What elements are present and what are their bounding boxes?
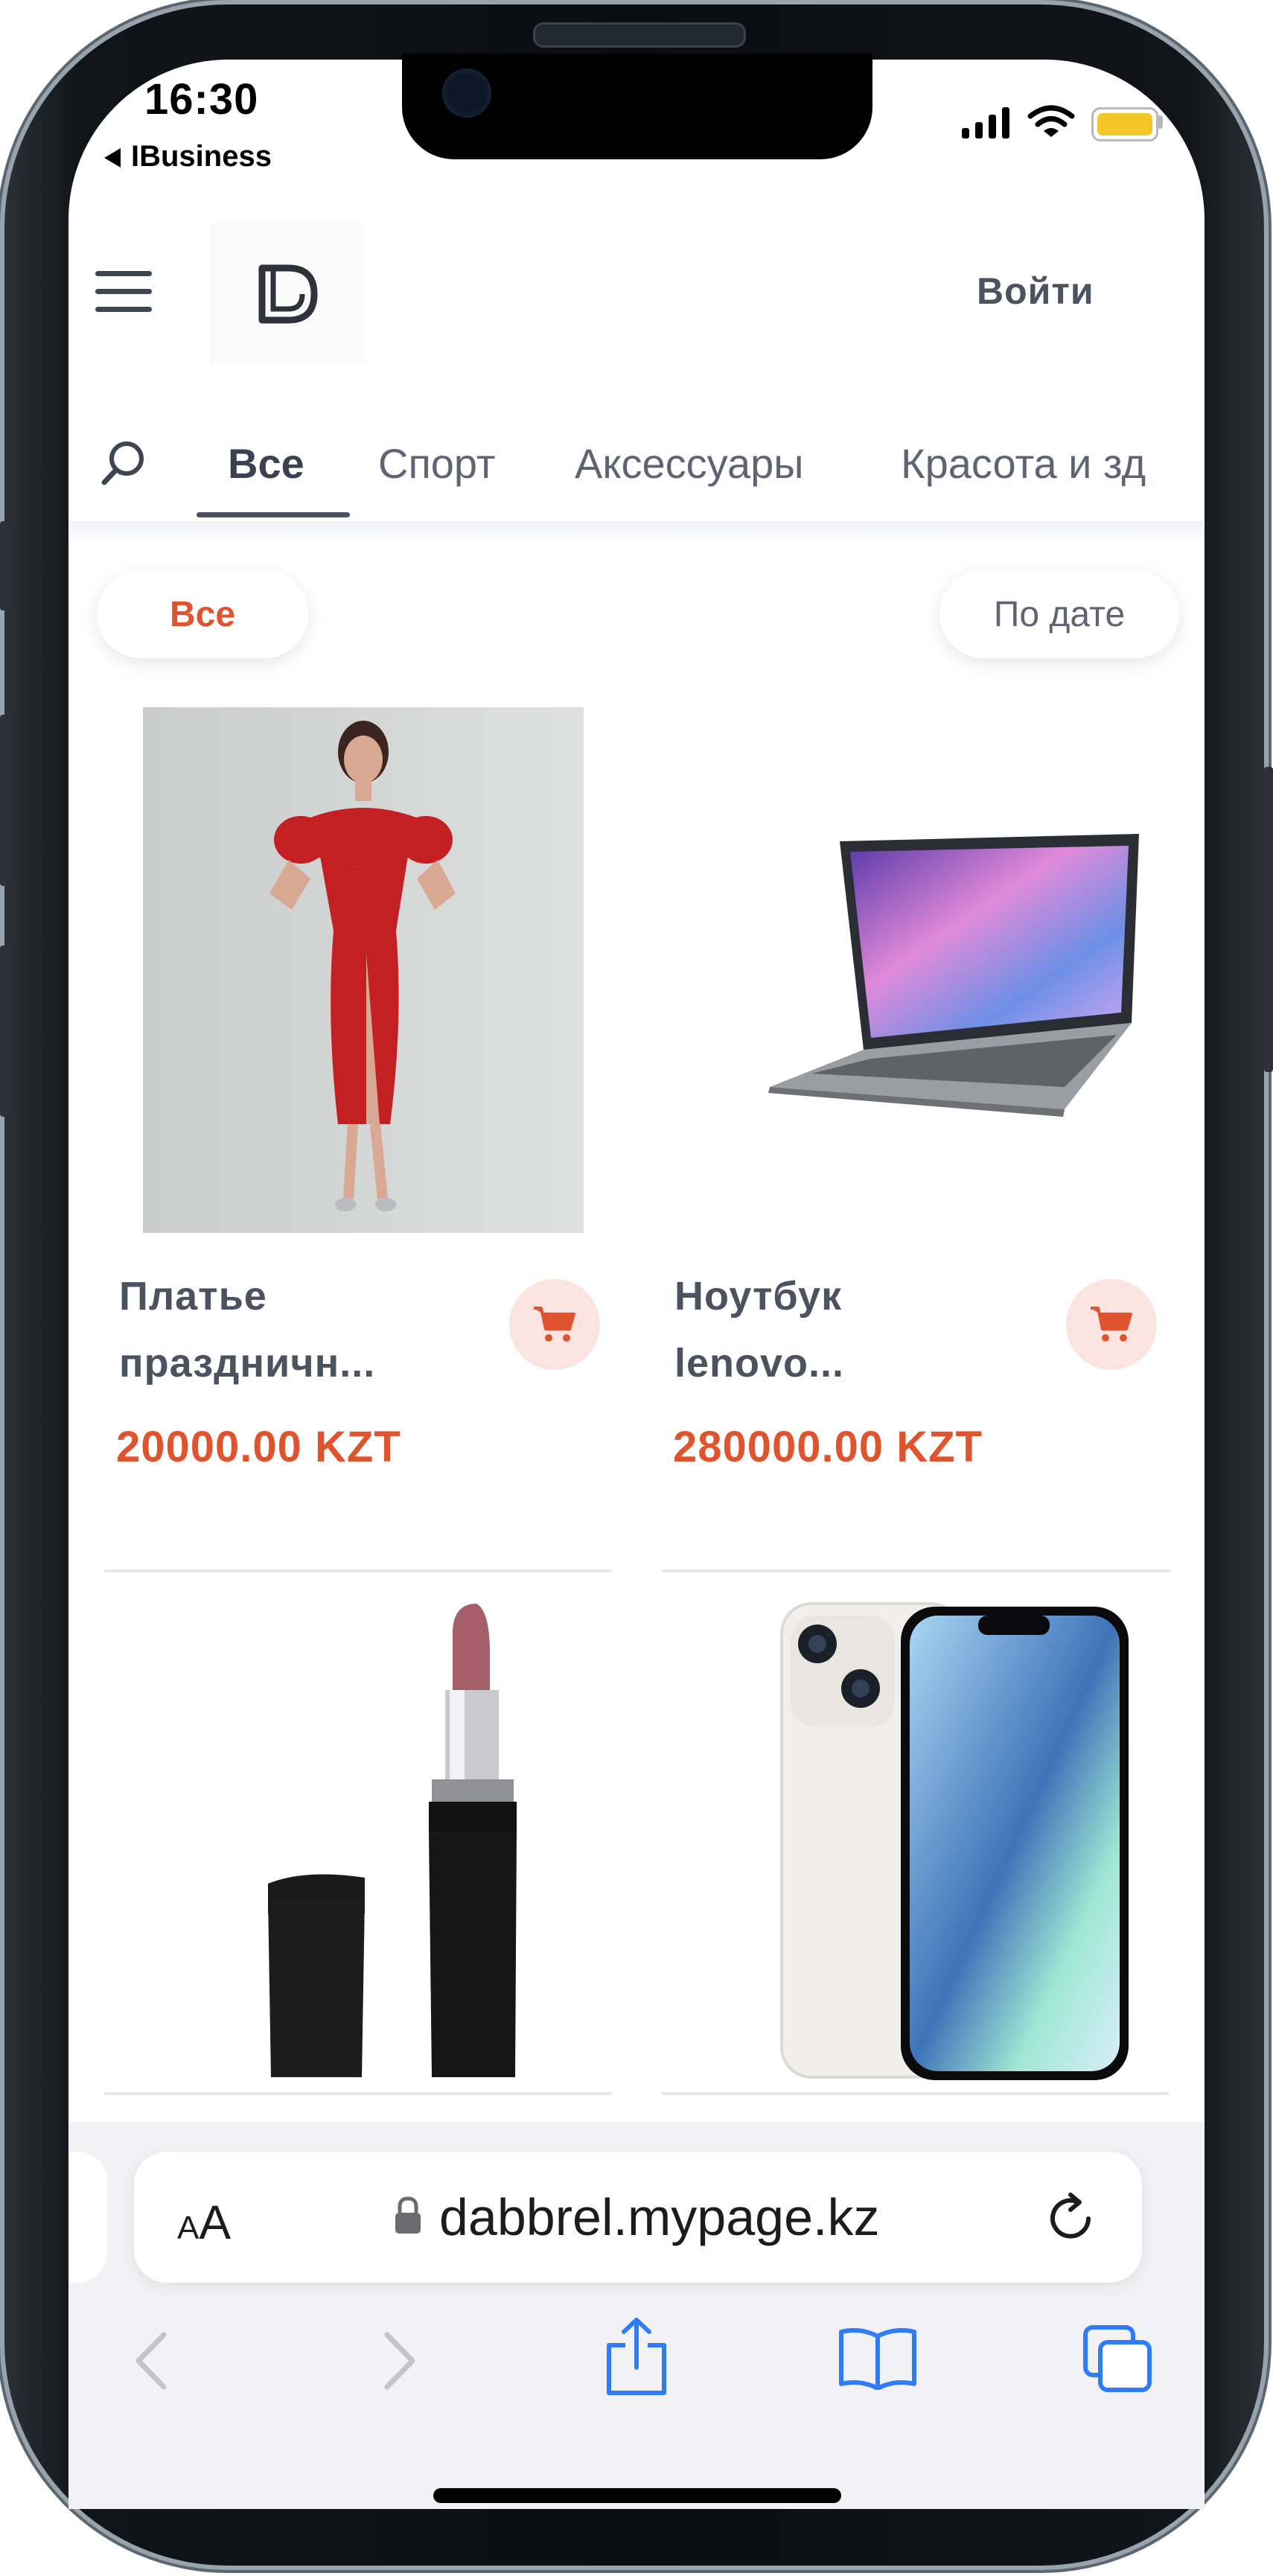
product-image-lipstick[interactable] bbox=[253, 1601, 551, 2085]
product-price-laptop: 280000.00 KZT bbox=[673, 1423, 983, 1471]
home-indicator[interactable] bbox=[433, 2488, 841, 2503]
tab-beauty-health[interactable]: Красота и зд bbox=[901, 439, 1146, 488]
product-image-iphone[interactable] bbox=[779, 1601, 1136, 2085]
tabs-icon[interactable] bbox=[1081, 2323, 1154, 2394]
product-title-laptop[interactable]: Ноутбук lenovo... bbox=[674, 1263, 844, 1397]
volume-up-button bbox=[0, 715, 9, 886]
text-size-label: AA bbox=[177, 2196, 232, 2249]
product-price-dress: 20000.00 KZT bbox=[116, 1423, 401, 1471]
front-camera bbox=[442, 68, 491, 118]
sort-label: По дате bbox=[993, 594, 1126, 634]
battery-tip bbox=[1158, 115, 1163, 129]
product-image-laptop[interactable] bbox=[767, 826, 1146, 1124]
text-size-small-a: A bbox=[177, 2210, 200, 2246]
back-to-app-link[interactable]: IBusiness bbox=[104, 140, 272, 173]
site-logo[interactable] bbox=[210, 223, 366, 365]
active-tab-indicator bbox=[197, 512, 350, 517]
back-triangle-icon bbox=[104, 148, 121, 168]
tab-accessories[interactable]: Аксессуары bbox=[575, 439, 804, 488]
product-title-dress[interactable]: Платье праздничн... bbox=[119, 1263, 375, 1397]
card-divider bbox=[104, 1569, 612, 1572]
url-text[interactable]: dabbrel.mypage.kz bbox=[439, 2187, 879, 2247]
share-icon[interactable] bbox=[603, 2315, 670, 2397]
category-filter-button[interactable]: Все bbox=[97, 570, 308, 658]
previous-tab-edge[interactable] bbox=[68, 2152, 107, 2283]
status-time: 16:30 bbox=[144, 75, 259, 124]
category-filter-label: Все bbox=[169, 594, 236, 634]
wifi-icon bbox=[1027, 105, 1075, 137]
power-button bbox=[1264, 767, 1273, 1072]
product-title-line1: Ноутбук bbox=[674, 1274, 843, 1319]
silent-switch bbox=[0, 521, 9, 610]
tab-all[interactable]: Все bbox=[228, 439, 304, 488]
volume-down-button bbox=[0, 946, 9, 1117]
product-image-dress[interactable] bbox=[143, 707, 584, 1233]
logo-mark-icon bbox=[210, 223, 366, 365]
signal-icon bbox=[962, 107, 1009, 138]
add-to-cart-button-dress[interactable] bbox=[509, 1279, 600, 1370]
tab-sport[interactable]: Спорт bbox=[378, 439, 495, 488]
text-size-button[interactable]: AA bbox=[177, 2195, 231, 2250]
bookmarks-icon[interactable] bbox=[837, 2326, 919, 2390]
add-to-cart-button-laptop[interactable] bbox=[1066, 1279, 1157, 1370]
product-title-line2: праздничн... bbox=[119, 1341, 376, 1386]
sort-button[interactable]: По дате bbox=[939, 570, 1179, 658]
login-button[interactable]: Войти bbox=[977, 270, 1094, 313]
card-divider bbox=[661, 2092, 1169, 2095]
card-divider bbox=[104, 2092, 612, 2095]
battery-level bbox=[1097, 113, 1152, 136]
cart-icon bbox=[534, 1307, 575, 1342]
back-app-label: IBusiness bbox=[131, 140, 272, 173]
forward-arrow-icon[interactable] bbox=[375, 2330, 420, 2391]
product-title-line1: Платье bbox=[119, 1274, 267, 1319]
lock-icon bbox=[395, 2196, 421, 2234]
product-title-line2: lenovo... bbox=[674, 1341, 845, 1386]
reload-icon[interactable] bbox=[1045, 2192, 1097, 2244]
battery-icon bbox=[1091, 107, 1158, 141]
cart-icon bbox=[1091, 1307, 1132, 1342]
back-arrow-icon[interactable] bbox=[131, 2330, 176, 2391]
tabs-divider bbox=[68, 521, 1205, 543]
speaker-grille bbox=[533, 22, 746, 48]
card-divider bbox=[663, 1569, 1170, 1572]
search-icon[interactable] bbox=[97, 436, 150, 490]
hamburger-menu-icon[interactable] bbox=[95, 271, 152, 313]
